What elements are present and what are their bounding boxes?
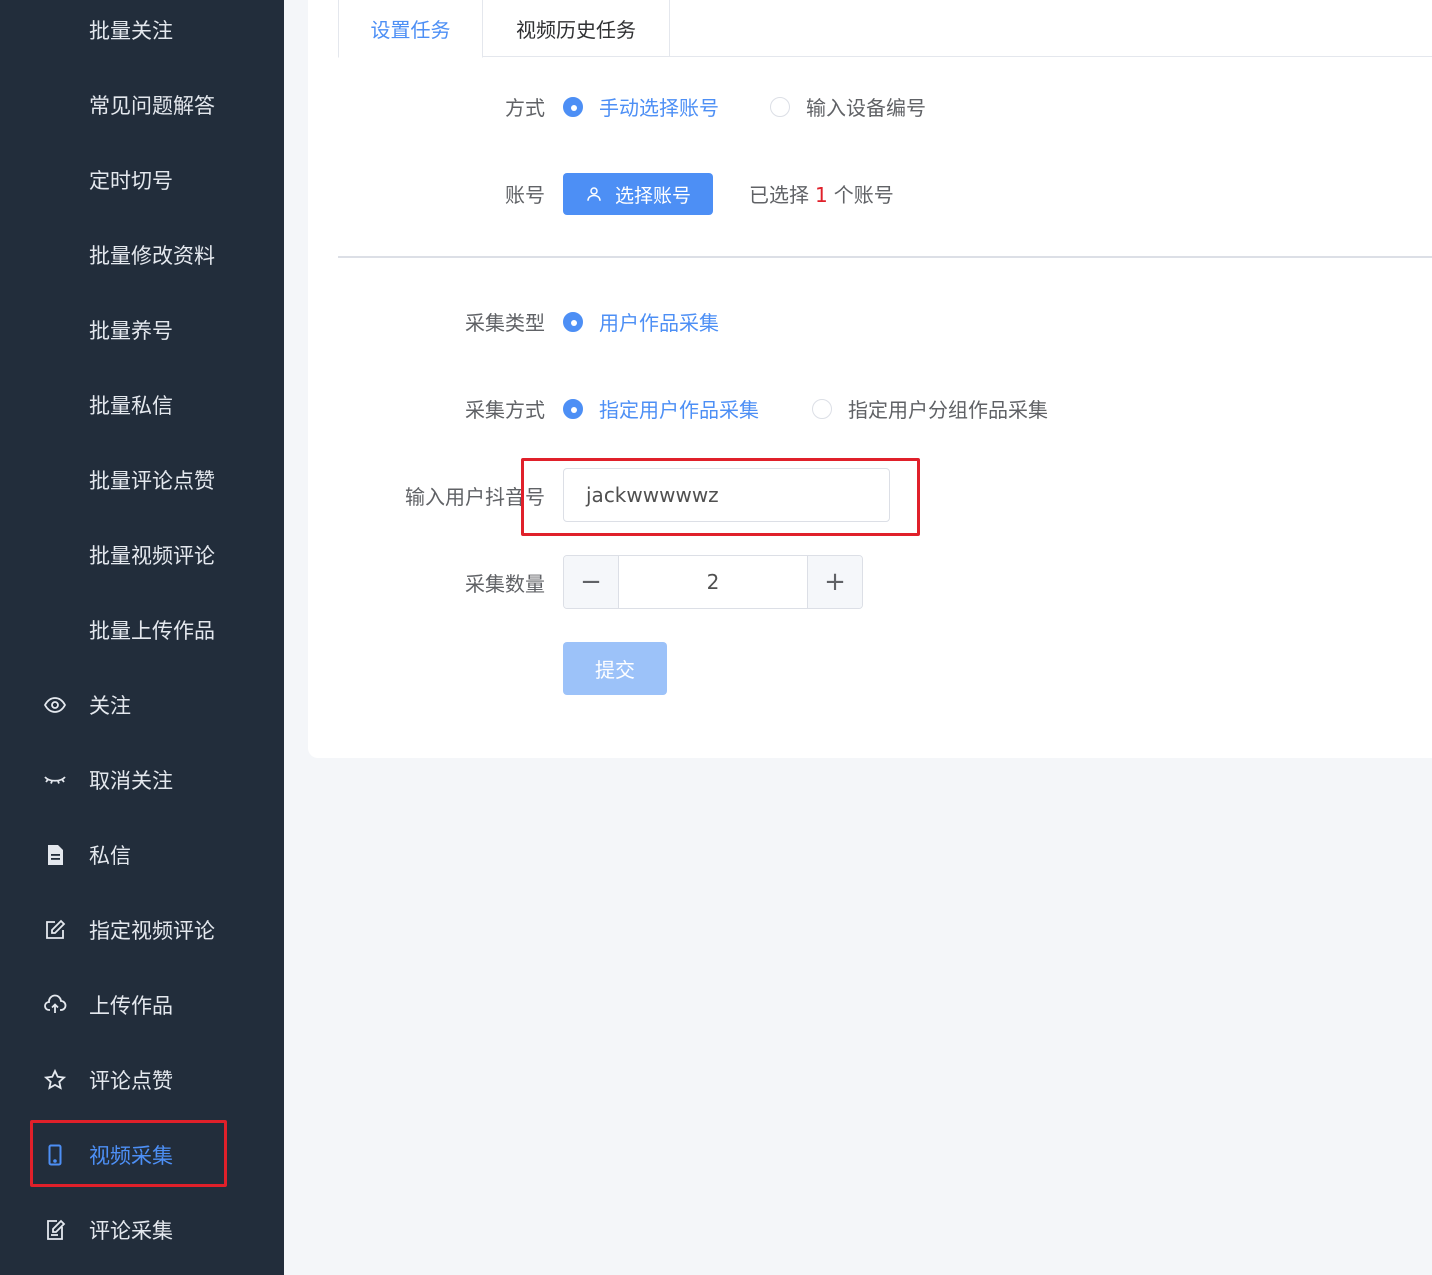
tab-setup-task[interactable]: 设置任务 [338, 0, 483, 58]
sidebar-item-label: 指定视频评论 [89, 918, 215, 943]
eye-closed-icon [42, 767, 68, 793]
sidebar-item-batch-nurture[interactable]: 批量养号 [0, 292, 284, 367]
collect-method-label: 采集方式 [465, 398, 545, 422]
collect-type-label: 采集类型 [465, 311, 545, 335]
radio-dot [563, 398, 583, 419]
radio-label: 指定用户分组作品采集 [848, 398, 1048, 422]
star-icon [42, 1067, 68, 1093]
sidebar-item-label: 批量养号 [89, 318, 173, 343]
increment-button[interactable]: + [807, 556, 862, 608]
select-account-button[interactable]: 选择账号 [563, 173, 713, 215]
tab-video-history[interactable]: 视频历史任务 [483, 0, 670, 57]
collect-method-specified-user-radio[interactable]: 指定用户作品采集 [563, 394, 759, 423]
cloud-upload-icon [42, 992, 68, 1018]
sidebar-item-batch-edit-profile[interactable]: 批量修改资料 [0, 217, 284, 292]
sidebar-item-label: 评论采集 [89, 1218, 173, 1243]
sidebar-item-label: 批量关注 [89, 18, 173, 43]
main-panel: 设置任务 视频历史任务 方式 手动选择账号 输入设备编号 账号 选择账号 已选择… [308, 0, 1432, 758]
decrement-button[interactable]: − [564, 556, 619, 608]
radio-dot [770, 96, 790, 117]
edit-icon [42, 917, 68, 943]
radio-label: 输入设备编号 [806, 96, 926, 120]
sidebar-item-batch-comment-like[interactable]: 批量评论点赞 [0, 442, 284, 517]
sidebar-item-comment-like[interactable]: 评论点赞 [0, 1042, 284, 1117]
selected-accounts-info: 已选择 1 个账号 [749, 179, 894, 208]
document-icon [42, 842, 68, 868]
sidebar-item-label: 私信 [89, 843, 131, 868]
eye-icon [42, 692, 68, 718]
quantity-value[interactable]: 2 [619, 556, 807, 608]
selected-suffix: 个账号 [833, 183, 894, 207]
sidebar-item-batch-follow[interactable]: 批量关注 [0, 0, 284, 67]
collect-method-user-group-radio[interactable]: 指定用户分组作品采集 [812, 394, 1048, 423]
submit-button[interactable]: 提交 [563, 642, 667, 695]
sidebar-item-label: 常见问题解答 [89, 93, 215, 118]
sidebar-item-timed-switch[interactable]: 定时切号 [0, 142, 284, 217]
tab-bar: 设置任务 视频历史任务 [338, 0, 1432, 58]
mode-manual-radio[interactable]: 手动选择账号 [563, 92, 719, 121]
sidebar-item-label: 上传作品 [89, 993, 173, 1018]
selected-count: 1 [815, 183, 828, 207]
sidebar-item-upload[interactable]: 上传作品 [0, 967, 284, 1042]
sidebar-item-batch-video-comment[interactable]: 批量视频评论 [0, 517, 284, 592]
sidebar-item-batch-upload[interactable]: 批量上传作品 [0, 592, 284, 667]
section-divider [338, 256, 1432, 258]
sidebar-item-label: 批量视频评论 [89, 543, 215, 568]
radio-label: 指定用户作品采集 [599, 398, 759, 422]
sidebar-highlight-box [30, 1120, 227, 1187]
edit-note-icon [42, 1217, 68, 1243]
mode-device-radio[interactable]: 输入设备编号 [770, 92, 926, 121]
sidebar: 批量关注 常见问题解答 定时切号 批量修改资料 批量养号 批量私信 批量评论点赞… [0, 0, 284, 1275]
sidebar-item-label: 定时切号 [89, 168, 173, 193]
user-icon [587, 187, 601, 201]
sidebar-item-label: 关注 [89, 693, 131, 718]
sidebar-item-faq[interactable]: 常见问题解答 [0, 67, 284, 142]
quantity-stepper: − 2 + [563, 555, 863, 609]
sidebar-item-unfollow[interactable]: 取消关注 [0, 742, 284, 817]
collect-type-user-works-radio[interactable]: 用户作品采集 [563, 307, 719, 336]
selected-prefix: 已选择 [749, 183, 809, 207]
account-label: 账号 [505, 183, 545, 207]
sidebar-item-label: 批量上传作品 [89, 618, 215, 643]
sidebar-item-batch-message[interactable]: 批量私信 [0, 367, 284, 442]
sidebar-item-follow[interactable]: 关注 [0, 667, 284, 742]
select-account-label: 选择账号 [614, 184, 691, 207]
sidebar-item-label: 批量评论点赞 [89, 468, 215, 493]
radio-label: 用户作品采集 [599, 311, 719, 335]
radio-label: 手动选择账号 [599, 96, 719, 120]
sidebar-item-label: 评论点赞 [89, 1068, 173, 1093]
radio-dot [812, 398, 832, 419]
sidebar-item-specified-video-comment[interactable]: 指定视频评论 [0, 892, 284, 967]
sidebar-item-label: 取消关注 [89, 768, 173, 793]
count-label: 采集数量 [465, 572, 545, 596]
mode-label: 方式 [505, 96, 545, 120]
radio-dot [563, 311, 583, 332]
sidebar-item-label: 批量修改资料 [89, 243, 215, 268]
sidebar-item-comment-collect[interactable]: 评论采集 [0, 1192, 284, 1267]
input-highlight-box [521, 458, 920, 536]
radio-dot [563, 96, 583, 117]
sidebar-item-label: 批量私信 [89, 393, 173, 418]
sidebar-item-message[interactable]: 私信 [0, 817, 284, 892]
